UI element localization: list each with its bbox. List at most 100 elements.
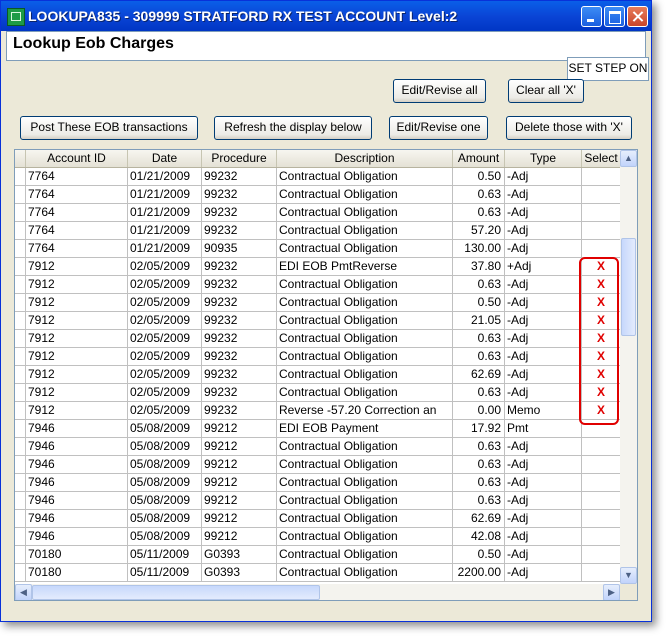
column-header-description[interactable]: Description [277, 150, 453, 167]
cell-date[interactable]: 01/21/2009 [128, 222, 202, 240]
cell-date[interactable]: 02/05/2009 [128, 348, 202, 366]
cell-procedure[interactable]: 99232 [202, 204, 277, 222]
cell-type[interactable]: -Adj [505, 294, 582, 312]
cell-account-id[interactable]: 7912 [26, 348, 128, 366]
row-selector[interactable] [15, 546, 26, 564]
cell-date[interactable]: 02/05/2009 [128, 258, 202, 276]
cell-date[interactable]: 02/05/2009 [128, 312, 202, 330]
cell-account-id[interactable]: 7912 [26, 366, 128, 384]
row-selector[interactable] [15, 258, 26, 276]
cell-type[interactable]: -Adj [505, 438, 582, 456]
cell-procedure[interactable]: G0393 [202, 564, 277, 582]
cell-description[interactable]: Contractual Obligation [277, 456, 453, 474]
cell-select[interactable] [582, 474, 621, 492]
edit-revise-all-button[interactable]: Edit/Revise all [393, 79, 486, 103]
cell-date[interactable]: 05/08/2009 [128, 528, 202, 546]
row-selector[interactable] [15, 474, 26, 492]
cell-select[interactable] [582, 204, 621, 222]
cell-type[interactable]: -Adj [505, 330, 582, 348]
cell-account-id[interactable]: 7764 [26, 168, 128, 186]
cell-select[interactable] [582, 186, 621, 204]
cell-description[interactable]: Contractual Obligation [277, 492, 453, 510]
column-header-type[interactable]: Type [505, 150, 582, 167]
minimize-icon[interactable] [581, 6, 602, 27]
cell-description[interactable]: Contractual Obligation [277, 204, 453, 222]
scroll-left-icon[interactable]: ◀ [15, 584, 32, 600]
cell-date[interactable]: 05/08/2009 [128, 510, 202, 528]
table-row[interactable]: 7912 02/05/2009 99232 Contractual Obligatio… [15, 312, 621, 330]
cell-procedure[interactable]: 99212 [202, 492, 277, 510]
cell-date[interactable]: 02/05/2009 [128, 402, 202, 420]
vertical-scroll-thumb[interactable] [621, 238, 636, 336]
cell-procedure[interactable]: 99212 [202, 438, 277, 456]
cell-amount[interactable]: 0.50 [453, 546, 505, 564]
row-selector[interactable] [15, 456, 26, 474]
cell-date[interactable]: 05/08/2009 [128, 492, 202, 510]
cell-procedure[interactable]: 99232 [202, 222, 277, 240]
cell-date[interactable]: 01/21/2009 [128, 204, 202, 222]
table-row[interactable]: 7912 02/05/2009 99232 Contractual Obligatio… [15, 294, 621, 312]
table-row[interactable]: 7764 01/21/2009 99232 Contractual Obligatio… [15, 186, 621, 204]
table-row[interactable]: 70180 05/11/2009 G0393 Contractual Obligati… [15, 546, 621, 564]
cell-procedure[interactable]: 99232 [202, 330, 277, 348]
cell-type[interactable]: -Adj [505, 186, 582, 204]
cell-date[interactable]: 02/05/2009 [128, 276, 202, 294]
cell-account-id[interactable]: 7764 [26, 222, 128, 240]
cell-type[interactable]: -Adj [505, 546, 582, 564]
cell-date[interactable]: 05/08/2009 [128, 420, 202, 438]
cell-select[interactable] [582, 528, 621, 546]
table-row[interactable]: 7764 01/21/2009 99232 Contractual Obligatio… [15, 168, 621, 186]
cell-procedure[interactable]: 99232 [202, 366, 277, 384]
cell-date[interactable]: 02/05/2009 [128, 294, 202, 312]
vertical-scrollbar[interactable]: ▲ ▼ [620, 150, 637, 584]
column-header-select[interactable]: Select [582, 150, 621, 167]
table-row[interactable]: 7946 05/08/2009 99212 Contractual Obligatio… [15, 510, 621, 528]
cell-date[interactable]: 05/08/2009 [128, 438, 202, 456]
table-row[interactable]: 7946 05/08/2009 99212 Contractual Obligatio… [15, 438, 621, 456]
cell-procedure[interactable]: 99232 [202, 186, 277, 204]
cell-amount[interactable]: 2200.00 [453, 564, 505, 582]
cell-select[interactable] [582, 438, 621, 456]
cell-account-id[interactable]: 7912 [26, 402, 128, 420]
cell-amount[interactable]: 62.69 [453, 510, 505, 528]
table-row[interactable]: 7912 02/05/2009 99232 Contractual Obligatio… [15, 348, 621, 366]
row-selector[interactable] [15, 366, 26, 384]
cell-description[interactable]: Reverse -57.20 Correction an [277, 402, 453, 420]
table-row[interactable]: 7946 05/08/2009 99212 EDI EOB Payment 17.92 P… [15, 420, 621, 438]
row-selector[interactable] [15, 276, 26, 294]
cell-type[interactable]: -Adj [505, 384, 582, 402]
cell-account-id[interactable]: 70180 [26, 564, 128, 582]
cell-date[interactable]: 02/05/2009 [128, 366, 202, 384]
cell-description[interactable]: Contractual Obligation [277, 366, 453, 384]
cell-description[interactable]: Contractual Obligation [277, 186, 453, 204]
row-selector[interactable] [15, 186, 26, 204]
scroll-right-icon[interactable]: ▶ [603, 584, 620, 600]
cell-procedure[interactable]: 99212 [202, 456, 277, 474]
cell-description[interactable]: Contractual Obligation [277, 546, 453, 564]
cell-amount[interactable]: 0.63 [453, 330, 505, 348]
cell-amount[interactable]: 0.63 [453, 384, 505, 402]
cell-type[interactable]: Memo [505, 402, 582, 420]
cell-type[interactable]: -Adj [505, 492, 582, 510]
column-header-account-id[interactable]: Account ID [26, 150, 128, 167]
horizontal-scrollbar[interactable]: ◀ ▶ [15, 584, 620, 600]
cell-amount[interactable]: 0.63 [453, 348, 505, 366]
cell-description[interactable]: EDI EOB Payment [277, 420, 453, 438]
cell-type[interactable]: +Adj [505, 258, 582, 276]
close-icon[interactable] [627, 6, 648, 27]
cell-type[interactable]: Pmt [505, 420, 582, 438]
cell-account-id[interactable]: 70180 [26, 546, 128, 564]
cell-account-id[interactable]: 7912 [26, 330, 128, 348]
cell-account-id[interactable]: 7912 [26, 276, 128, 294]
cell-amount[interactable]: 37.80 [453, 258, 505, 276]
table-row[interactable]: 7912 02/05/2009 99232 Contractual Obligatio… [15, 276, 621, 294]
column-header-date[interactable]: Date [128, 150, 202, 167]
cell-account-id[interactable]: 7946 [26, 474, 128, 492]
scroll-up-icon[interactable]: ▲ [620, 150, 637, 167]
cell-amount[interactable]: 0.63 [453, 438, 505, 456]
row-selector[interactable] [15, 330, 26, 348]
cell-description[interactable]: Contractual Obligation [277, 222, 453, 240]
horizontal-scroll-thumb[interactable] [32, 585, 320, 600]
row-selector[interactable] [15, 204, 26, 222]
cell-procedure[interactable]: 99232 [202, 312, 277, 330]
